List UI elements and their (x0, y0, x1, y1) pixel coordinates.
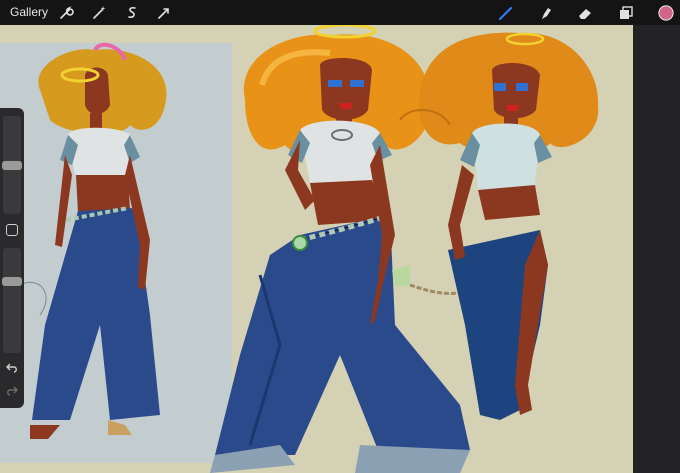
gallery-button[interactable]: Gallery (10, 5, 48, 19)
right-panel (633, 25, 680, 473)
brush-size-thumb[interactable] (2, 161, 22, 170)
brush-icon[interactable] (497, 4, 514, 21)
layers-icon[interactable] (617, 4, 634, 21)
smudge-icon[interactable] (537, 4, 554, 21)
opacity-thumb[interactable] (2, 277, 22, 286)
opacity-slider[interactable] (2, 248, 22, 353)
brush-size-slider[interactable] (2, 116, 22, 214)
redo-icon (7, 386, 18, 396)
drawing-canvas[interactable] (0, 25, 633, 473)
eraser-icon[interactable] (576, 4, 593, 21)
transform-icon[interactable] (155, 4, 172, 21)
wrench-icon[interactable] (57, 4, 74, 21)
character-artwork (0, 25, 599, 473)
color-swatch[interactable] (656, 3, 675, 22)
redo-button[interactable] (5, 384, 19, 398)
modify-button[interactable] (6, 224, 18, 236)
selection-icon[interactable] (123, 4, 140, 21)
top-toolbar: Gallery (0, 0, 680, 25)
undo-button[interactable] (5, 361, 19, 375)
undo-icon (6, 363, 17, 373)
left-sidebar (0, 108, 24, 408)
third-character (399, 32, 599, 420)
magic-wand-icon[interactable] (90, 4, 107, 21)
